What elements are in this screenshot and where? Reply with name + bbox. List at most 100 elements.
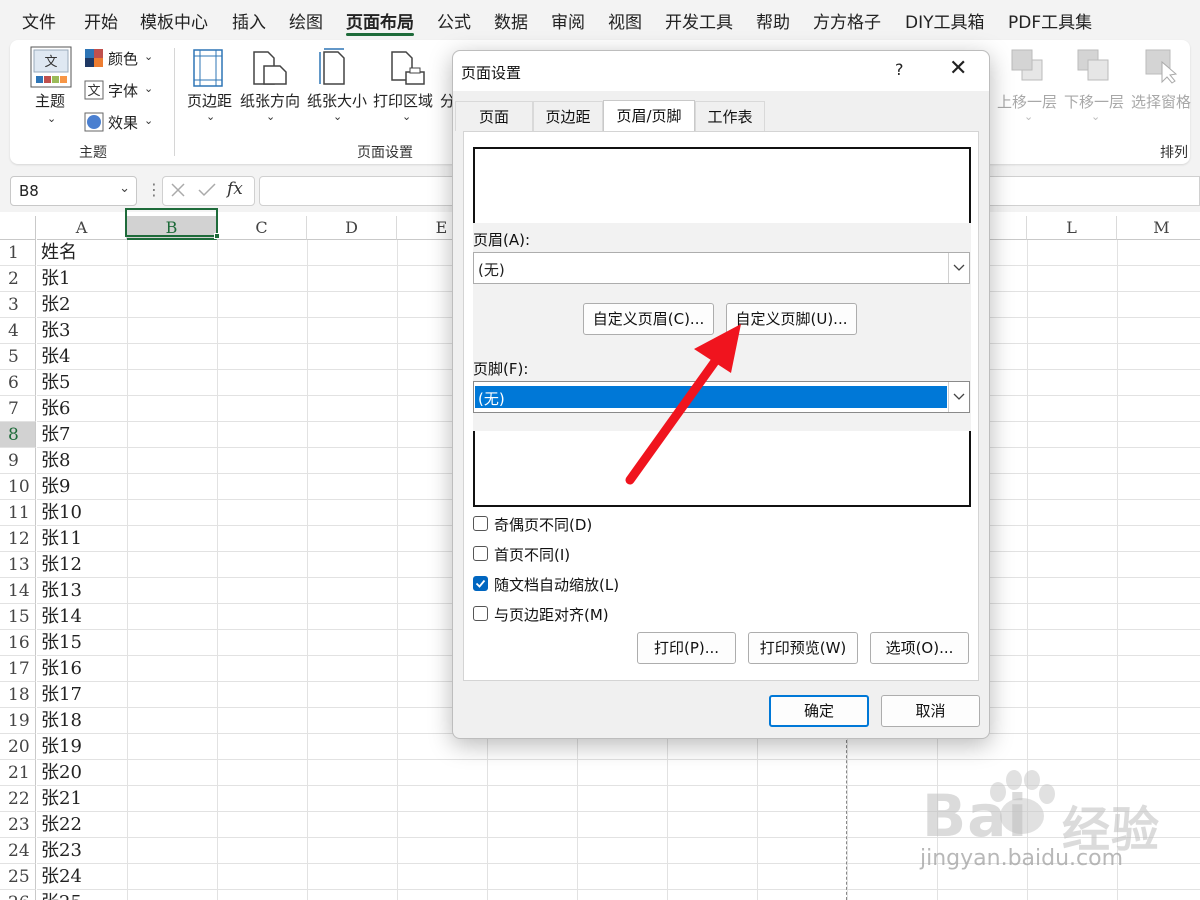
menu-developer[interactable]: 开发工具	[665, 8, 733, 33]
cell-a[interactable]: 张4	[37, 344, 127, 370]
orientation-caret-icon[interactable]: ⌄	[266, 110, 275, 123]
checkbox-first-page[interactable]	[473, 546, 488, 561]
print-preview-button[interactable]: 打印预览(W)	[748, 632, 858, 664]
column-header-m[interactable]: M	[1117, 216, 1200, 240]
cell-a[interactable]: 张20	[37, 760, 127, 786]
cell-a[interactable]: 张10	[37, 500, 127, 526]
cell-a[interactable]: 张14	[37, 604, 127, 630]
row-header[interactable]: 3	[0, 292, 36, 318]
cell-a[interactable]: 张24	[37, 864, 127, 890]
column-header-c[interactable]: C	[217, 216, 307, 240]
themes-caret-icon[interactable]: ⌄	[47, 112, 56, 125]
bring-forward-button[interactable]	[1010, 48, 1046, 84]
header-dropdown-button[interactable]	[948, 253, 969, 283]
custom-footer-button[interactable]: 自定义页脚(U)...	[726, 303, 857, 335]
fill-handle[interactable]	[214, 233, 220, 239]
cell-a[interactable]: 张9	[37, 474, 127, 500]
cell-a[interactable]: 张8	[37, 448, 127, 474]
cell-a[interactable]: 张19	[37, 734, 127, 760]
cell-a[interactable]: 张21	[37, 786, 127, 812]
cell-a[interactable]: 张2	[37, 292, 127, 318]
ok-button[interactable]: 确定	[769, 695, 869, 727]
row-header[interactable]: 1	[0, 240, 36, 266]
row-header[interactable]: 25	[0, 864, 36, 890]
row-header[interactable]: 21	[0, 760, 36, 786]
cell-a[interactable]: 张18	[37, 708, 127, 734]
size-button[interactable]	[316, 48, 356, 88]
cell-a[interactable]: 张3	[37, 318, 127, 344]
row-header[interactable]: 12	[0, 526, 36, 552]
row-header[interactable]: 24	[0, 838, 36, 864]
cell-a[interactable]: 张23	[37, 838, 127, 864]
effects-button[interactable]: 效果 ⌄	[84, 112, 164, 134]
cell-a[interactable]: 张17	[37, 682, 127, 708]
menu-template-center[interactable]: 模板中心	[140, 8, 208, 33]
dialog-titlebar[interactable]: 页面设置 ? ✕	[453, 51, 989, 91]
name-box-dropdown-icon[interactable]: ⌄	[119, 181, 130, 196]
cell-a[interactable]: 张22	[37, 812, 127, 838]
cell-a[interactable]: 张1	[37, 266, 127, 292]
row-header[interactable]: 4	[0, 318, 36, 344]
checkbox-scale-with-document[interactable]	[473, 576, 488, 591]
colors-button[interactable]: 颜色 ⌄	[84, 48, 164, 70]
selection-pane-button[interactable]	[1144, 48, 1180, 84]
tab-header-footer[interactable]: 页眉/页脚	[603, 100, 695, 132]
row-header[interactable]: 13	[0, 552, 36, 578]
cell-a[interactable]: 张16	[37, 656, 127, 682]
menu-insert[interactable]: 插入	[232, 8, 266, 33]
themes-button[interactable]: 文	[30, 46, 74, 88]
row-header[interactable]: 20	[0, 734, 36, 760]
row-header[interactable]: 16	[0, 630, 36, 656]
row-header[interactable]: 9	[0, 448, 36, 474]
margins-button[interactable]	[190, 48, 230, 88]
cell-a[interactable]: 张15	[37, 630, 127, 656]
cell-a[interactable]: 张25	[37, 890, 127, 900]
tab-margins[interactable]: 页边距	[533, 101, 603, 131]
checkbox-align-margins[interactable]	[473, 606, 488, 621]
row-header[interactable]: 26	[0, 890, 36, 900]
menu-pdf-tools[interactable]: PDF工具集	[1008, 8, 1092, 33]
cell-a[interactable]: 张6	[37, 396, 127, 422]
menu-formulas[interactable]: 公式	[437, 8, 471, 33]
column-header-l[interactable]: L	[1027, 216, 1117, 240]
cell-a[interactable]: 张5	[37, 370, 127, 396]
checkbox-odd-even[interactable]	[473, 516, 488, 531]
active-cell-b8[interactable]	[125, 208, 218, 237]
row-header[interactable]: 8	[0, 422, 36, 448]
close-icon[interactable]: ✕	[949, 56, 967, 81]
menu-draw[interactable]: 绘图	[289, 8, 323, 33]
print-area-button[interactable]	[388, 48, 428, 88]
row-header[interactable]: 5	[0, 344, 36, 370]
row-header[interactable]: 22	[0, 786, 36, 812]
menu-fangfang[interactable]: 方方格子	[813, 8, 881, 33]
menu-diy-toolbox[interactable]: DIY工具箱	[905, 8, 985, 33]
custom-header-button[interactable]: 自定义页眉(C)...	[583, 303, 714, 335]
options-button[interactable]: 选项(O)...	[870, 632, 969, 664]
column-header-a[interactable]: A	[37, 216, 127, 240]
cell-a[interactable]: 张12	[37, 552, 127, 578]
fonts-button[interactable]: 文 字体 ⌄	[84, 80, 164, 102]
menu-home[interactable]: 开始	[84, 8, 118, 33]
menu-view[interactable]: 视图	[608, 8, 642, 33]
cancel-button[interactable]: 取消	[881, 695, 980, 727]
row-header[interactable]: 19	[0, 708, 36, 734]
menu-data[interactable]: 数据	[494, 8, 528, 33]
row-header[interactable]: 18	[0, 682, 36, 708]
cell-a[interactable]: 张11	[37, 526, 127, 552]
row-header[interactable]: 6	[0, 370, 36, 396]
row-header[interactable]: 2	[0, 266, 36, 292]
row-header[interactable]: 23	[0, 812, 36, 838]
footer-select[interactable]: (无)	[473, 381, 970, 413]
cell-a[interactable]: 张7	[37, 422, 127, 448]
select-all-corner[interactable]	[0, 216, 36, 240]
menu-review[interactable]: 审阅	[551, 8, 585, 33]
column-header-d[interactable]: D	[307, 216, 397, 240]
row-header[interactable]: 11	[0, 500, 36, 526]
tab-page[interactable]: 页面	[455, 101, 533, 131]
name-box[interactable]: B8 ⌄	[10, 176, 137, 206]
print-button[interactable]: 打印(P)...	[637, 632, 736, 664]
menu-file[interactable]: 文件	[22, 8, 56, 33]
orientation-button[interactable]	[250, 48, 290, 88]
row-header[interactable]: 15	[0, 604, 36, 630]
margins-caret-icon[interactable]: ⌄	[206, 110, 215, 123]
